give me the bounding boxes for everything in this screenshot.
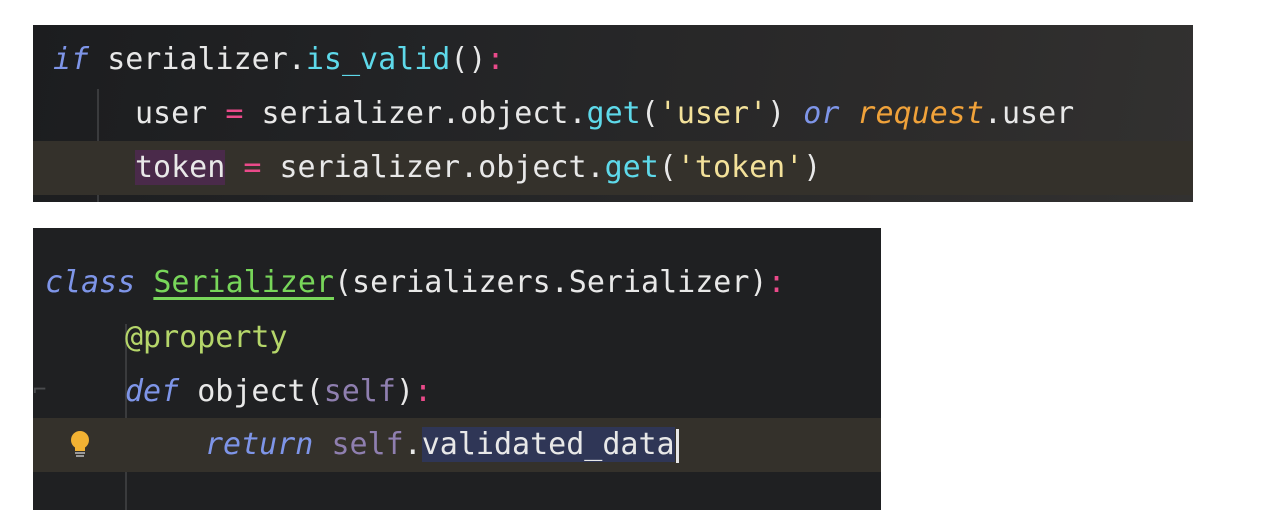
identifier: serializer.object. xyxy=(261,96,587,131)
close-paren: ) xyxy=(395,374,414,409)
method-name: object xyxy=(197,374,306,409)
assign-operator: = xyxy=(225,96,244,131)
parens: () xyxy=(450,42,487,77)
keyword-if: if xyxy=(53,42,90,77)
attribute: .user xyxy=(983,96,1075,131)
colon: : xyxy=(486,42,505,77)
colon: : xyxy=(767,265,786,300)
close-paren: ) xyxy=(767,96,786,131)
code-editor-snippet-bottom: ⌐ ⌐ class Serializer(serializers.Seriali… xyxy=(33,228,881,510)
open-paren: ( xyxy=(305,374,324,409)
code-line-class[interactable]: class Serializer(serializers.Serializer)… xyxy=(33,256,881,310)
code-line-1[interactable]: if serializer.is_valid(): xyxy=(33,33,1193,87)
keyword-class: class xyxy=(45,265,136,300)
parameter-request: request xyxy=(857,96,984,131)
code-line-3-current[interactable]: token = serializer.object.get('token') xyxy=(33,141,1193,195)
code-line-return-current[interactable]: return self.validated_data xyxy=(33,418,881,472)
keyword-or: or xyxy=(803,96,840,131)
base-class: (serializers.Serializer) xyxy=(334,265,768,300)
string-literal: 'user' xyxy=(658,96,768,131)
close-paren: ) xyxy=(803,150,822,185)
identifier: serializer. xyxy=(107,42,306,77)
variable-token-highlighted: token xyxy=(135,150,226,185)
string-literal: 'token' xyxy=(676,150,804,185)
class-name: Serializer xyxy=(153,265,334,300)
self-param: self xyxy=(323,374,396,409)
function-call: is_valid xyxy=(305,42,451,77)
code-editor-snippet-top: if serializer.is_valid(): user = seriali… xyxy=(33,25,1193,202)
function-call: get xyxy=(586,96,641,131)
function-call: get xyxy=(604,150,659,185)
lightbulb-icon[interactable] xyxy=(69,430,91,460)
keyword-return: return xyxy=(205,427,314,462)
attribute-validated-data-selected: validated_data xyxy=(421,427,675,462)
identifier: serializer.object. xyxy=(279,150,605,185)
text-caret xyxy=(675,428,679,463)
open-paren: ( xyxy=(640,96,659,131)
code-line-2[interactable]: user = serializer.object.get('user') or … xyxy=(33,87,1193,141)
self-reference: self xyxy=(331,427,404,462)
open-paren: ( xyxy=(658,150,677,185)
colon: : xyxy=(414,374,433,409)
dot: . xyxy=(403,427,422,462)
code-line-decorator[interactable]: @property xyxy=(33,311,881,365)
code-line-def[interactable]: def object(self): xyxy=(33,365,881,419)
keyword-def: def xyxy=(125,374,180,409)
decorator-property: @property xyxy=(125,320,288,355)
variable-user: user xyxy=(135,96,208,131)
assign-operator: = xyxy=(243,150,262,185)
